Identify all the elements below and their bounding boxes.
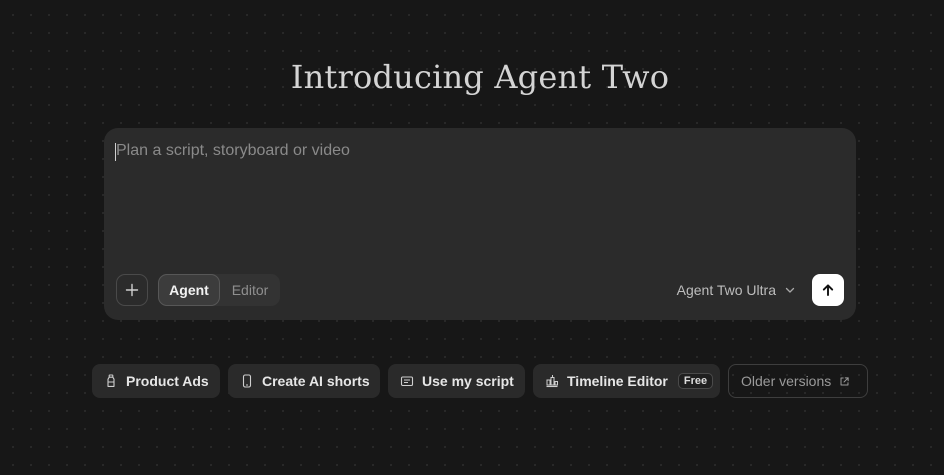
timeline-editor-label: Timeline Editor (567, 373, 668, 389)
create-ai-shorts-button[interactable]: Create AI shorts (228, 364, 380, 398)
prompt-composer: Agent Editor Agent Two Ultra (104, 128, 856, 320)
prompt-input[interactable] (116, 142, 836, 252)
create-ai-shorts-label: Create AI shorts (262, 373, 370, 389)
arrow-up-icon (822, 284, 834, 296)
mode-agent-tab[interactable]: Agent (158, 274, 220, 306)
plus-icon (125, 283, 139, 297)
send-button[interactable] (812, 274, 844, 306)
page-title: Introducing Agent Two (290, 58, 670, 96)
chevron-down-icon (785, 287, 795, 293)
timeline-editor-button[interactable]: Timeline Editor Free (533, 364, 720, 398)
older-versions-link[interactable]: Older versions (728, 364, 868, 398)
document-icon (400, 376, 414, 387)
attach-button[interactable] (116, 274, 148, 306)
free-badge: Free (677, 373, 714, 389)
use-my-script-label: Use my script (422, 373, 514, 389)
model-select[interactable]: Agent Two Ultra (662, 274, 796, 306)
text-caret (115, 143, 116, 161)
bottle-icon (107, 374, 115, 387)
phone-icon (242, 374, 252, 388)
timeline-icon (546, 375, 558, 388)
product-ads-label: Product Ads (126, 373, 209, 389)
use-my-script-button[interactable]: Use my script (388, 364, 525, 398)
older-versions-label: Older versions (741, 373, 832, 389)
external-link-icon (840, 376, 849, 385)
model-select-label: Agent Two Ultra (676, 282, 776, 298)
mode-toggle: Agent Editor (158, 274, 280, 306)
mode-editor-tab[interactable]: Editor (222, 274, 278, 306)
product-ads-button[interactable]: Product Ads (92, 364, 220, 398)
